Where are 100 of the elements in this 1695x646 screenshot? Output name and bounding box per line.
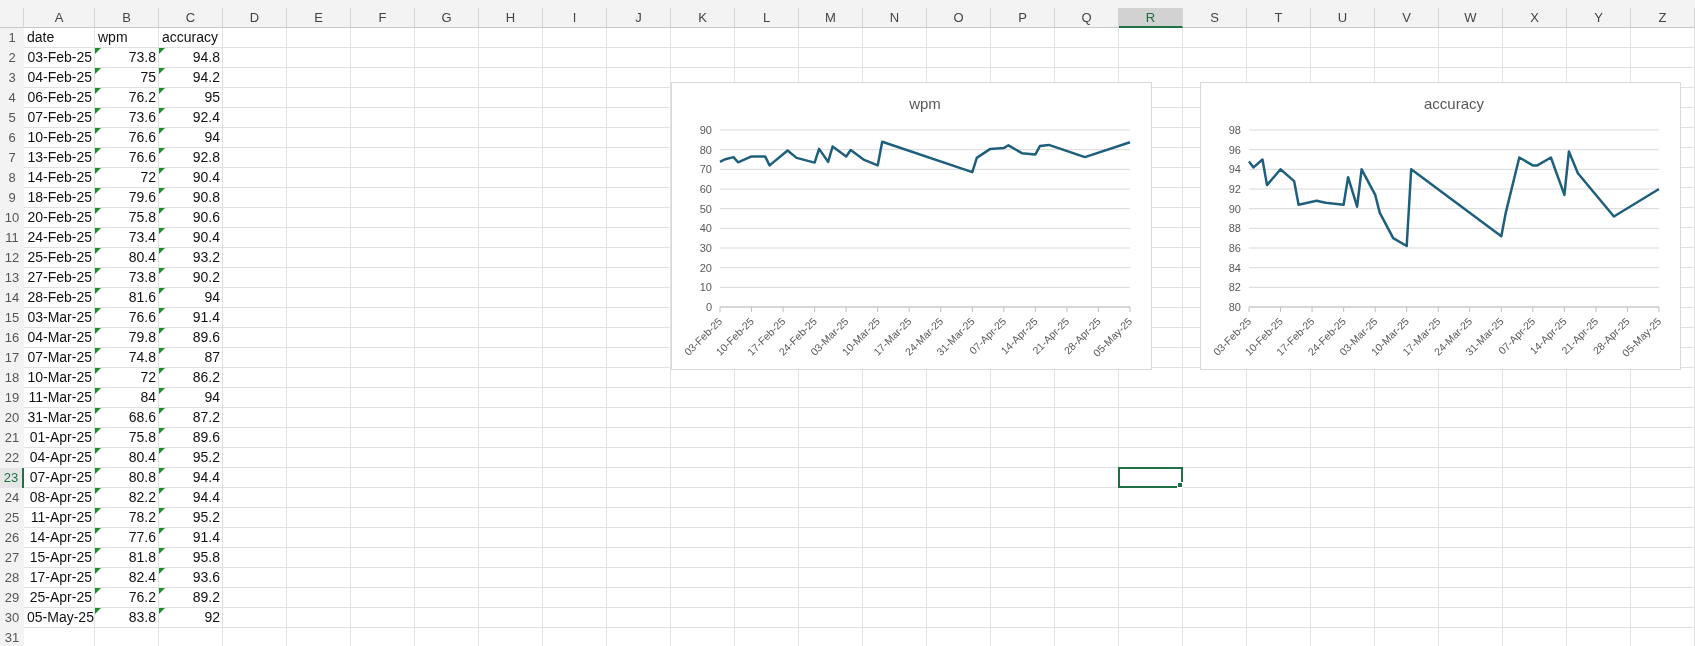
y-axis-label: 90 bbox=[1228, 202, 1241, 215]
column-header[interactable]: U bbox=[1311, 8, 1375, 28]
y-axis-label: 0 bbox=[705, 301, 712, 313]
cell-text: 76.2 bbox=[127, 588, 156, 607]
row-header[interactable]: 12 bbox=[0, 248, 24, 268]
row-header[interactable]: 27 bbox=[0, 548, 24, 568]
y-axis-label: 10 bbox=[699, 281, 712, 294]
column-header[interactable]: F bbox=[351, 8, 415, 28]
row-header[interactable]: 1 bbox=[0, 28, 24, 48]
column-header[interactable]: T bbox=[1247, 8, 1311, 28]
cell-text: 11-Mar-25 bbox=[27, 388, 92, 407]
cell-text: 25-Feb-25 bbox=[27, 248, 92, 267]
column-header[interactable]: S bbox=[1183, 8, 1247, 28]
column-header[interactable]: K bbox=[671, 8, 735, 28]
column-header[interactable]: L bbox=[735, 8, 799, 28]
row-header[interactable]: 4 bbox=[0, 88, 24, 108]
row-header[interactable]: 5 bbox=[0, 108, 24, 128]
y-axis-label: 20 bbox=[699, 261, 712, 274]
column-header[interactable]: G bbox=[415, 8, 479, 28]
column-header[interactable]: Q bbox=[1055, 8, 1119, 28]
cell-text: 93.6 bbox=[191, 568, 220, 587]
row-header[interactable]: 29 bbox=[0, 588, 24, 608]
cell-text: 76.6 bbox=[127, 148, 156, 167]
cell-text: 87 bbox=[203, 348, 220, 367]
cell-text: 90.6 bbox=[191, 208, 220, 227]
row-header[interactable]: 30 bbox=[0, 608, 24, 628]
column-header[interactable]: M bbox=[799, 8, 863, 28]
row-header[interactable]: 31 bbox=[0, 628, 24, 646]
column-header[interactable]: Z bbox=[1631, 8, 1695, 28]
row-header[interactable]: 16 bbox=[0, 328, 24, 348]
row-header[interactable]: 19 bbox=[0, 388, 24, 408]
column-header[interactable]: D bbox=[223, 8, 287, 28]
cell-text: 75 bbox=[139, 68, 156, 87]
row-header[interactable]: 22 bbox=[0, 448, 24, 468]
cell-text: 03-Feb-25 bbox=[27, 48, 92, 67]
cell-text: 94.2 bbox=[191, 68, 220, 87]
row-header[interactable]: 26 bbox=[0, 528, 24, 548]
row-header[interactable]: 20 bbox=[0, 408, 24, 428]
row-header[interactable]: 28 bbox=[0, 568, 24, 588]
cell-text: 15-Apr-25 bbox=[28, 548, 92, 567]
column-header[interactable]: O bbox=[927, 8, 991, 28]
y-axis-label: 90 bbox=[699, 124, 712, 136]
cell-text: 80.8 bbox=[127, 468, 156, 487]
cell-text: 73.6 bbox=[127, 108, 156, 127]
column-header[interactable]: E bbox=[287, 8, 351, 28]
cell-text: 76.6 bbox=[127, 128, 156, 147]
column-header[interactable]: I bbox=[543, 8, 607, 28]
row-header[interactable]: 10 bbox=[0, 208, 24, 228]
y-axis-label: 88 bbox=[1228, 222, 1241, 235]
selected-cell-outline[interactable] bbox=[1118, 467, 1183, 488]
row-header[interactable]: 3 bbox=[0, 68, 24, 88]
row-header[interactable]: 23 bbox=[0, 468, 24, 488]
row-header[interactable]: 18 bbox=[0, 368, 24, 388]
cell-text: 91.4 bbox=[191, 528, 220, 547]
column-header[interactable]: N bbox=[863, 8, 927, 28]
row-header[interactable]: 17 bbox=[0, 348, 24, 368]
cell-text: 95.2 bbox=[191, 448, 220, 467]
cell-text: 95.2 bbox=[191, 508, 220, 527]
column-header[interactable]: J bbox=[607, 8, 671, 28]
cell-text: 73.8 bbox=[127, 48, 156, 67]
row-header[interactable]: 7 bbox=[0, 148, 24, 168]
y-axis-label: 80 bbox=[1228, 301, 1241, 313]
cell-text: 82.2 bbox=[127, 488, 156, 507]
cell-text: 94.4 bbox=[191, 468, 220, 487]
column-header[interactable]: R bbox=[1119, 8, 1183, 28]
row-header[interactable]: 2 bbox=[0, 48, 24, 68]
column-header[interactable]: B bbox=[95, 8, 159, 28]
column-header[interactable]: P bbox=[991, 8, 1055, 28]
column-header[interactable]: V bbox=[1375, 8, 1439, 28]
row-header[interactable]: 25 bbox=[0, 508, 24, 528]
cell-text: 94.8 bbox=[191, 48, 220, 67]
row-header[interactable]: 15 bbox=[0, 308, 24, 328]
cell-text: 92 bbox=[203, 608, 220, 627]
cell-text: 01-Apr-25 bbox=[28, 428, 92, 447]
row-header[interactable]: 14 bbox=[0, 288, 24, 308]
row-header[interactable]: 13 bbox=[0, 268, 24, 288]
column-header[interactable]: Y bbox=[1567, 8, 1631, 28]
cell-text: 75.8 bbox=[127, 208, 156, 227]
cell-text: 14-Feb-25 bbox=[27, 168, 92, 187]
cell-text: 89.6 bbox=[191, 328, 220, 347]
row-header[interactable]: 8 bbox=[0, 168, 24, 188]
fill-handle[interactable] bbox=[1177, 482, 1183, 488]
row-header[interactable]: 6 bbox=[0, 128, 24, 148]
column-header[interactable]: H bbox=[479, 8, 543, 28]
cell-text: 07-Apr-25 bbox=[28, 468, 92, 487]
cell-text: 13-Feb-25 bbox=[27, 148, 92, 167]
cell-text: 11-Apr-25 bbox=[29, 508, 92, 527]
cell-text: 92.4 bbox=[191, 108, 220, 127]
cell-text: 20-Feb-25 bbox=[27, 208, 92, 227]
row-header[interactable]: 11 bbox=[0, 228, 24, 248]
cell-text: 07-Mar-25 bbox=[27, 348, 92, 367]
row-header[interactable]: 9 bbox=[0, 188, 24, 208]
cell-text: 04-Apr-25 bbox=[28, 448, 92, 467]
row-header[interactable]: 21 bbox=[0, 428, 24, 448]
column-header[interactable]: X bbox=[1503, 8, 1567, 28]
cell-text: 89.6 bbox=[191, 428, 220, 447]
column-header[interactable]: C bbox=[159, 8, 223, 28]
column-header[interactable]: A bbox=[24, 8, 95, 28]
row-header[interactable]: 24 bbox=[0, 488, 24, 508]
column-header[interactable]: W bbox=[1439, 8, 1503, 28]
